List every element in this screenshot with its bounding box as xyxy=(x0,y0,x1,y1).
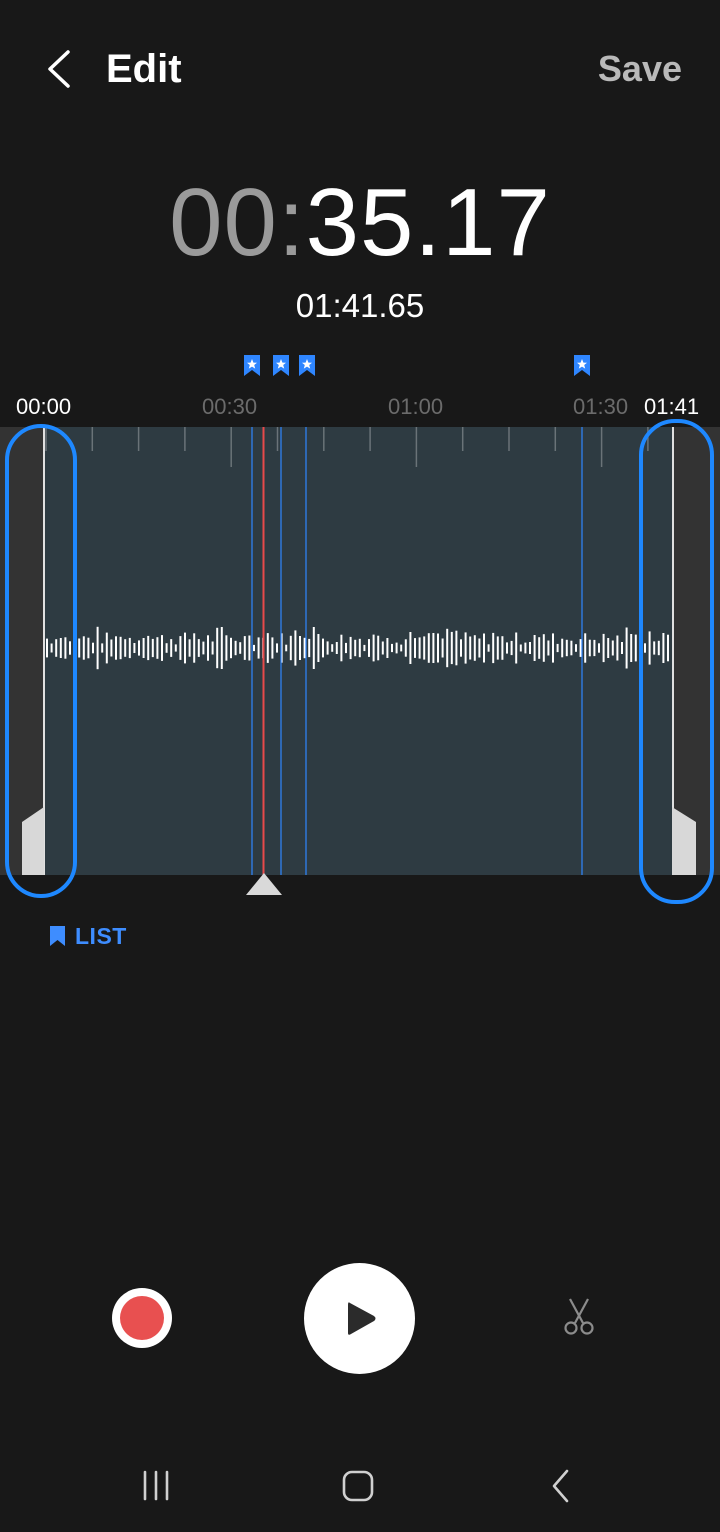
page-title: Edit xyxy=(106,47,182,91)
waveform xyxy=(45,427,669,875)
nav-home-button[interactable] xyxy=(328,1462,388,1510)
bookmark-marker-icon[interactable] xyxy=(273,355,289,376)
nav-back-button[interactable] xyxy=(530,1462,590,1510)
elapsed-colon: : xyxy=(277,169,306,276)
back-button[interactable] xyxy=(40,44,84,94)
timeline-label-end: 01:41 xyxy=(644,394,700,419)
timeline-label-start: 00:00 xyxy=(16,394,72,419)
bookmark-lines xyxy=(251,427,583,875)
play-button[interactable] xyxy=(304,1263,415,1374)
bookmark-marker-icon[interactable] xyxy=(244,355,260,376)
chevron-left-icon xyxy=(48,50,70,88)
trim-start-handle[interactable] xyxy=(5,424,77,898)
bookmark-list-button[interactable]: LIST xyxy=(50,922,127,950)
play-icon xyxy=(348,1302,376,1335)
trim-end-handle[interactable] xyxy=(639,419,714,904)
elapsed-time: 00:35.17 xyxy=(0,168,720,278)
home-icon xyxy=(342,1470,374,1502)
record-button[interactable] xyxy=(112,1288,172,1348)
total-duration: 01:41.65 xyxy=(295,287,425,324)
trim-cut-button[interactable] xyxy=(559,1297,599,1337)
nav-recents-button[interactable] xyxy=(127,1462,187,1510)
elapsed-minutes: 00 xyxy=(169,169,278,276)
bookmark-marker-icon[interactable] xyxy=(299,355,315,376)
save-button[interactable]: Save xyxy=(598,44,682,94)
bookmark-list-label: LIST xyxy=(75,922,127,949)
timeline-label-60: 01:00 xyxy=(388,394,444,419)
nav-back-icon xyxy=(552,1469,569,1503)
waveform-panel[interactable] xyxy=(0,427,720,875)
scissors-icon xyxy=(564,1298,594,1335)
bookmark-icon xyxy=(50,926,65,946)
bookmark-marker-icon[interactable] xyxy=(574,355,590,376)
timeline-label-30: 00:30 xyxy=(202,394,258,419)
elapsed-seconds: 35.17 xyxy=(305,169,551,276)
record-icon xyxy=(120,1296,164,1340)
playhead-handle[interactable] xyxy=(245,872,283,896)
recents-icon xyxy=(143,1470,169,1501)
timeline-label-90: 01:30 xyxy=(573,394,629,419)
